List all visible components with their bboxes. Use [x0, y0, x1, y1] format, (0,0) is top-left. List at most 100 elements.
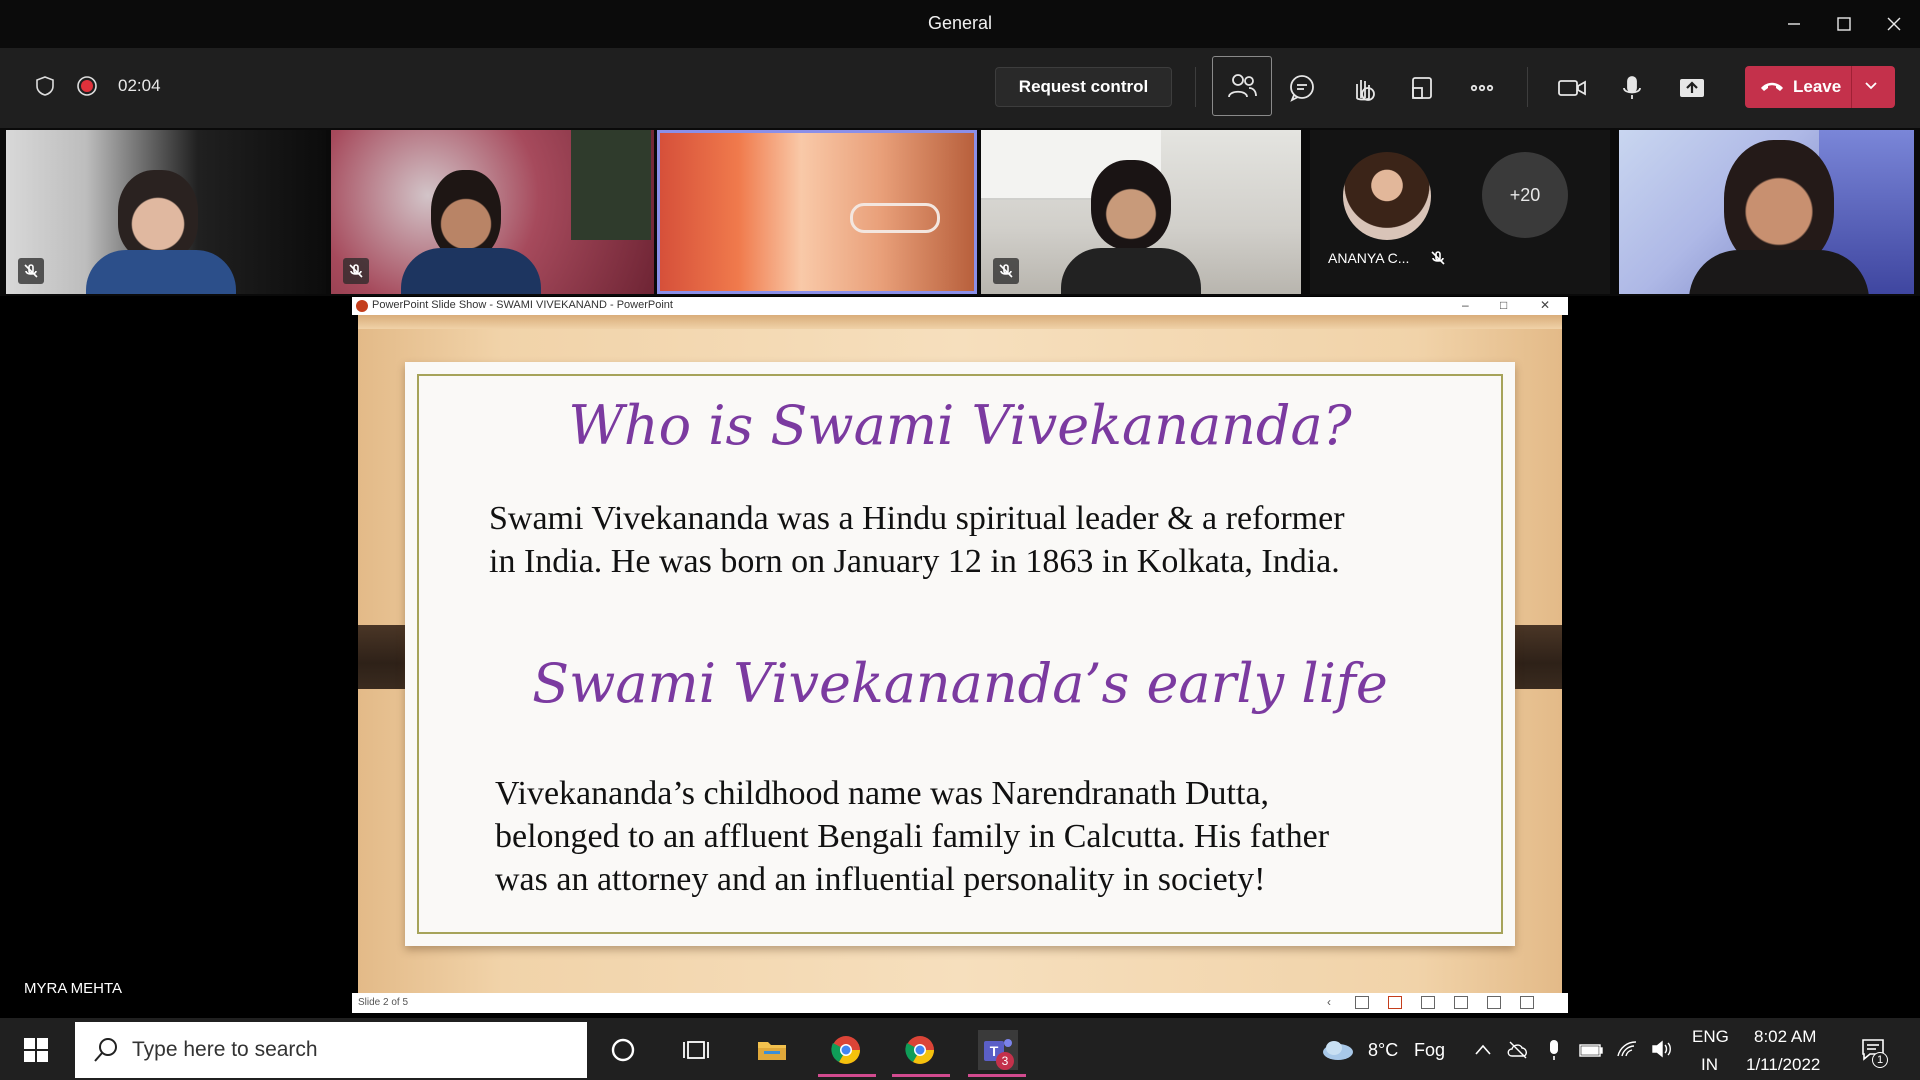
- slide-heading-2: Swami Vivekananda’s early life: [532, 652, 1388, 715]
- window-title: General: [927, 13, 993, 33]
- ppt-minimize-icon[interactable]: –: [1462, 298, 1469, 312]
- camera-button[interactable]: [1550, 66, 1594, 110]
- file-explorer-button[interactable]: [752, 1030, 792, 1070]
- volume-icon[interactable]: [1650, 1038, 1674, 1060]
- cloud-offline-icon[interactable]: [1506, 1040, 1530, 1060]
- participant-face: [1091, 160, 1171, 250]
- camera-icon: [1558, 80, 1586, 96]
- participant-video-tile[interactable]: [6, 130, 326, 294]
- slide-sorter-icon[interactable]: [1454, 996, 1468, 1009]
- chevron-down-icon[interactable]: [1861, 76, 1881, 96]
- muted-indicator: [343, 258, 369, 284]
- ppt-close-icon[interactable]: ✕: [1540, 298, 1550, 312]
- weather-description[interactable]: Fog: [1414, 1040, 1445, 1061]
- microphone-tray-icon[interactable]: [1546, 1038, 1562, 1062]
- slide-paragraph-2-line: was an attorney and an influential perso…: [495, 861, 1266, 898]
- leave-divider: [1851, 66, 1852, 108]
- close-icon: [1887, 17, 1901, 31]
- weather-temperature[interactable]: 8°C: [1368, 1040, 1398, 1061]
- powerpoint-logo-icon: [356, 300, 368, 312]
- microphone-icon: [1623, 76, 1641, 99]
- active-speaker-video-tile[interactable]: [657, 130, 977, 294]
- clock-time[interactable]: 8:02 AM: [1754, 1027, 1816, 1047]
- leave-label: Leave: [1793, 77, 1842, 96]
- input-region[interactable]: IN: [1701, 1055, 1718, 1075]
- slide-paragraph-1-line: in India. He was born on January 12 in 1…: [489, 543, 1340, 580]
- muted-indicator: [993, 258, 1019, 284]
- chat-button[interactable]: [1280, 66, 1324, 110]
- clock-date[interactable]: 1/11/2022: [1746, 1055, 1820, 1075]
- notification-count-badge: 1: [1872, 1052, 1888, 1068]
- participant-body: [1061, 248, 1201, 294]
- mic-off-icon: [1431, 251, 1445, 265]
- folder-icon: [758, 1042, 786, 1060]
- microphone-button[interactable]: [1610, 66, 1654, 110]
- reading-view-icon[interactable]: [1487, 996, 1501, 1009]
- task-view-icon: [683, 1041, 709, 1059]
- taskbar-search-box[interactable]: Type here to search: [75, 1022, 587, 1078]
- avatar: [1343, 152, 1431, 240]
- minimize-icon: [1788, 23, 1800, 25]
- more-actions-button[interactable]: [1460, 66, 1504, 110]
- participant-video-tile[interactable]: [331, 130, 654, 294]
- mic-off-icon: [999, 264, 1013, 278]
- maximize-button[interactable]: [1820, 0, 1868, 48]
- chrome-active-indicator: [892, 1074, 950, 1077]
- ppt-restore-icon[interactable]: □: [1500, 298, 1507, 312]
- search-icon: [94, 1038, 117, 1062]
- people-icon: [1228, 74, 1257, 98]
- leave-button[interactable]: Leave: [1745, 66, 1895, 108]
- cortana-icon: [611, 1038, 635, 1062]
- participant-name: ANANYA C...: [1328, 250, 1410, 266]
- recording-icon: [76, 75, 98, 97]
- rooms-button[interactable]: [1400, 66, 1444, 110]
- chevron-up-icon[interactable]: [1474, 1042, 1492, 1058]
- share-screen-button[interactable]: [1670, 66, 1714, 110]
- presenter-name: MYRA MEHTA: [24, 980, 123, 997]
- slide-heading-1: Who is Swami Vivekananda?: [568, 394, 1352, 457]
- pointer-icon[interactable]: [1388, 996, 1402, 1009]
- hang-up-icon: [1761, 82, 1783, 91]
- chrome-icon: [905, 1036, 934, 1064]
- more-icon: [1470, 84, 1494, 92]
- wifi-icon[interactable]: [1616, 1038, 1640, 1060]
- chrome-button-1[interactable]: [826, 1030, 866, 1070]
- slideshow-icon[interactable]: [1520, 996, 1534, 1009]
- search-placeholder: Type here to search: [132, 1038, 318, 1061]
- slide-top-band: [358, 315, 1562, 329]
- participant-video-tile[interactable]: [1619, 130, 1914, 294]
- cortana-button[interactable]: [603, 1030, 643, 1070]
- participant-face: [118, 170, 198, 260]
- task-view-button[interactable]: [676, 1030, 716, 1070]
- slide-paragraph-2-line: belonged to an affluent Bengali family i…: [495, 818, 1330, 855]
- normal-view-icon[interactable]: [1421, 996, 1435, 1009]
- start-button[interactable]: [16, 1030, 56, 1070]
- slide-paragraph-2-line: Vivekananda’s childhood name was Narendr…: [495, 775, 1270, 812]
- wall-poster: [571, 130, 651, 240]
- share-screen-icon: [1680, 79, 1704, 97]
- chrome-button-2[interactable]: [900, 1030, 940, 1070]
- slide-paragraph-2: Vivekananda’s childhood name was Narendr…: [495, 772, 1329, 901]
- fog-weather-icon: [1323, 1041, 1353, 1060]
- close-window-button[interactable]: [1870, 0, 1918, 48]
- ppt-window-title: PowerPoint Slide Show - SWAMI VIVEKANAND…: [372, 299, 673, 311]
- input-language[interactable]: ENG: [1692, 1027, 1729, 1047]
- toolbar-divider: [1195, 67, 1196, 107]
- participants-button[interactable]: [1212, 56, 1272, 116]
- participant-video-tile[interactable]: [981, 130, 1301, 294]
- mic-off-icon: [349, 264, 363, 278]
- notes-icon[interactable]: [1355, 996, 1369, 1009]
- previous-slide-icon[interactable]: ‹: [1327, 995, 1331, 1009]
- raise-hand-button[interactable]: [1340, 66, 1384, 110]
- rooms-icon: [1412, 77, 1432, 99]
- battery-icon[interactable]: [1578, 1040, 1604, 1060]
- toolbar-divider: [1527, 67, 1528, 107]
- minimize-button[interactable]: [1770, 0, 1818, 48]
- request-control-button[interactable]: Request control: [995, 67, 1172, 107]
- muted-indicator: [18, 258, 44, 284]
- participant-face: [431, 170, 501, 260]
- window-titlebar: General: [0, 0, 1920, 48]
- maximize-icon: [1837, 17, 1851, 31]
- more-participants-button[interactable]: +20: [1482, 152, 1568, 238]
- slide-paragraph-1: Swami Vivekananda was a Hindu spiritual …: [489, 497, 1345, 583]
